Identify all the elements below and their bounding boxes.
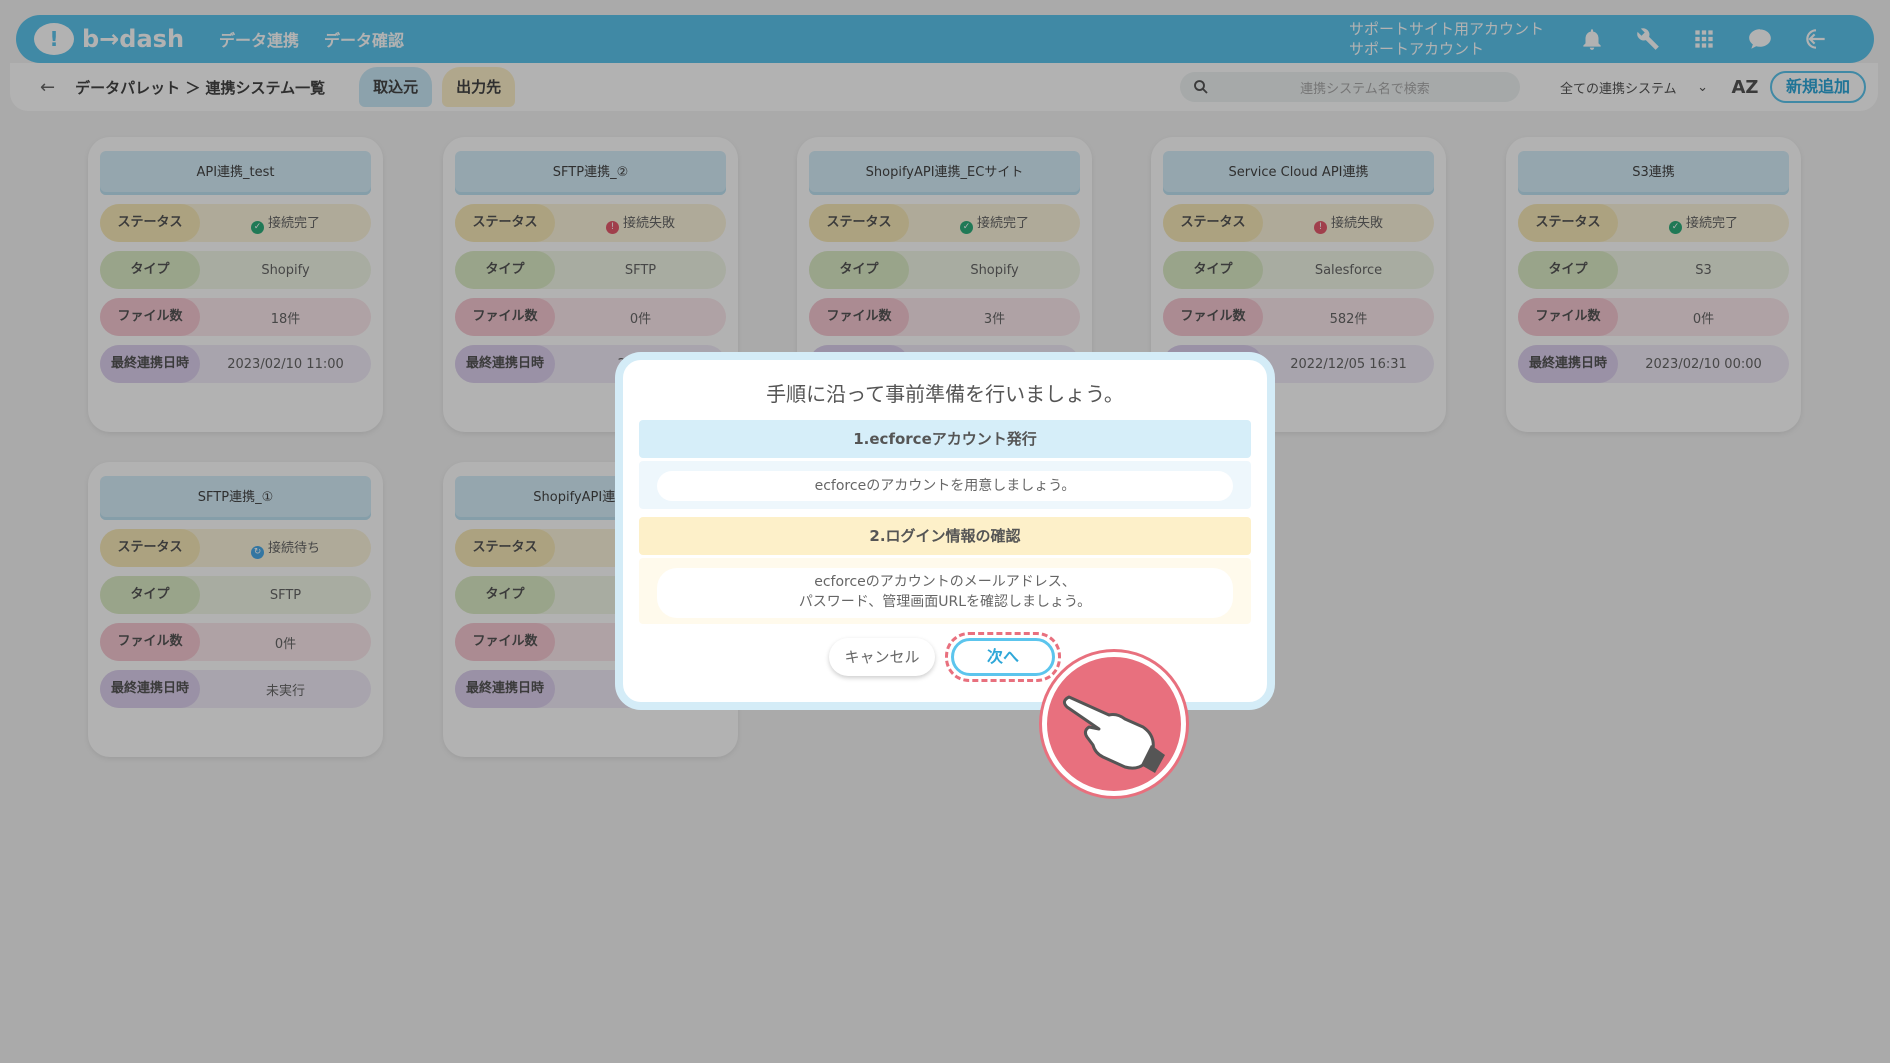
pointing-hand-icon — [1042, 652, 1186, 796]
step1-text: ecforceのアカウントを用意しましょう。 — [657, 471, 1233, 501]
step1-header: 1.ecforceアカウント発行 — [639, 420, 1251, 458]
step2-text: ecforceのアカウントのメールアドレス、 パスワード、管理画面URLを確認し… — [657, 568, 1233, 618]
cancel-button[interactable]: キャンセル — [829, 638, 935, 676]
next-button-highlight: 次へ — [945, 632, 1061, 682]
next-button[interactable]: 次へ — [951, 638, 1055, 676]
step2-text-line2: パスワード、管理画面URLを確認しましょう。 — [798, 594, 1092, 610]
step2-body: ecforceのアカウントのメールアドレス、 パスワード、管理画面URLを確認し… — [639, 558, 1251, 624]
modal-title: 手順に沿って事前準備を行いましょう。 — [766, 382, 1124, 406]
step1-body: ecforceのアカウントを用意しましょう。 — [639, 461, 1251, 509]
step2-header: 2.ログイン情報の確認 — [639, 517, 1251, 555]
step2-text-line1: ecforceのアカウントのメールアドレス、 — [814, 574, 1076, 590]
